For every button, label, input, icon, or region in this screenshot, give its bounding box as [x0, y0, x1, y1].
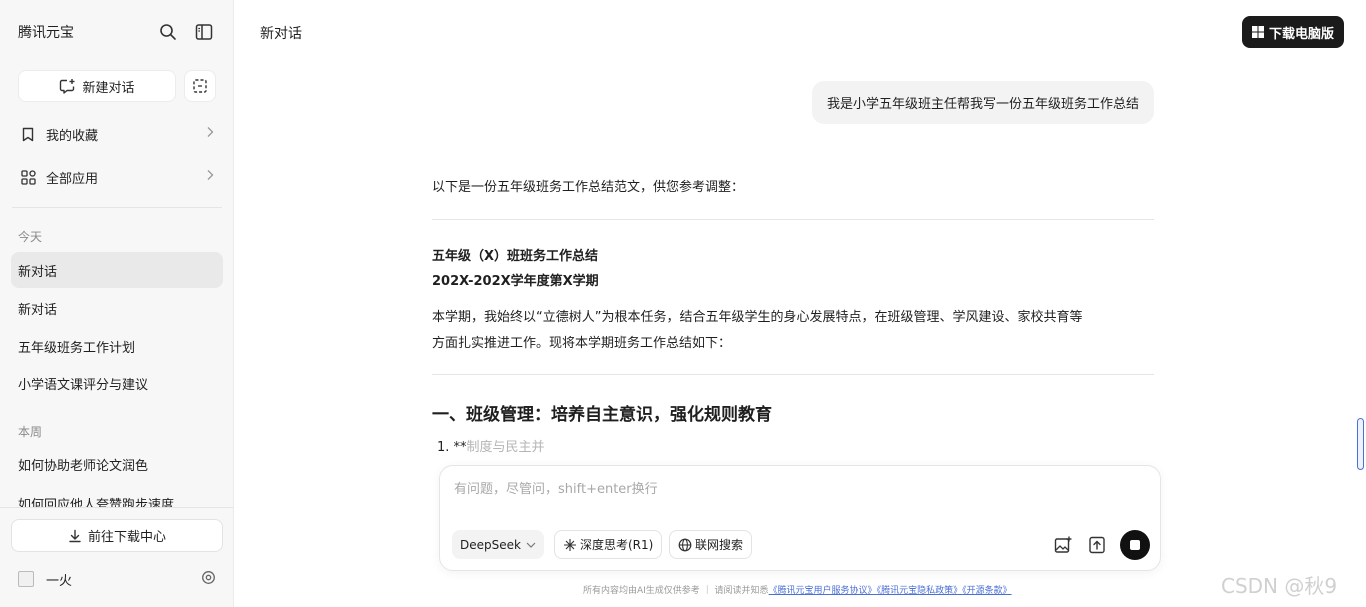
dashed-frame-icon — [193, 79, 207, 93]
bookmark-icon — [20, 126, 36, 142]
footer-link-terms[interactable]: 《腾讯元宝用户服务协议》 — [769, 586, 877, 596]
new-chat-icon — [60, 78, 75, 94]
windows-icon — [1251, 26, 1264, 38]
favorites-item[interactable]: 我的收藏 — [12, 116, 222, 152]
list-item: 1. **制度与民主并 — [437, 436, 1159, 455]
answer-divider — [432, 374, 1154, 375]
history-item[interactable]: 新对话 — [11, 252, 223, 288]
all-apps-label: 全部应用 — [46, 171, 99, 187]
chat-input[interactable] — [454, 478, 1144, 500]
download-pc-label: 下载电脑版 — [1268, 26, 1334, 42]
sidebar: 腾讯元宝 新建对话 我的收藏 全部应用 今天 新对话 新对话 五年级班务工作计划… — [0, 0, 234, 607]
watermark: CSDN @秋9 — [1221, 574, 1338, 598]
new-chat-button[interactable]: 新建对话 — [18, 70, 176, 102]
download-pc-button[interactable]: 下载电脑版 — [1242, 16, 1344, 48]
web-search-toggle[interactable]: 联网搜索 — [669, 530, 753, 559]
brand-name: 腾讯元宝 — [18, 25, 74, 41]
answer-intro: 以下是一份五年级班务工作总结范文，供您参考调整： — [432, 180, 745, 195]
search-icon[interactable] — [156, 20, 180, 44]
doc-paragraph-line: 方面扎实推进工作。现将本学期班务工作总结如下： — [432, 336, 732, 351]
user-row: 一火 — [18, 568, 216, 590]
new-chat-label: 新建对话 — [82, 80, 135, 96]
model-selector[interactable]: DeepSeek — [452, 530, 544, 559]
history-item[interactable]: 新对话 — [11, 290, 223, 326]
section-today: 今天 — [18, 230, 43, 244]
model-label: DeepSeek — [460, 537, 521, 552]
image-upload-icon[interactable] — [1052, 534, 1074, 556]
apps-grid-icon — [20, 169, 36, 185]
doc-title: 五年级（X）班班务工作总结 — [432, 249, 599, 264]
sidebar-header: 腾讯元宝 — [18, 20, 216, 44]
footer-disclaimer: 所有内容均由AI生成仅供参考 ｜ 请阅读并知悉《腾讯元宝用户服务协议》《腾讯元宝… — [583, 583, 1012, 596]
chat-input-box: DeepSeek 深度思考(R1) 联网搜索 — [439, 465, 1161, 571]
list-item-streaming-text: 制度与民主并 — [466, 440, 545, 455]
scrollbar-thumb[interactable] — [1357, 418, 1364, 470]
user-message-bubble: 我是小学五年级班主任帮我写一份五年级班务工作总结 — [811, 81, 1154, 124]
chevron-right-icon — [206, 126, 214, 142]
history-item[interactable]: 小学语文课评分与建议 — [11, 365, 223, 401]
download-icon — [69, 529, 81, 542]
section-week: 本周 — [18, 425, 43, 439]
download-center-button[interactable]: 前往下载中心 — [11, 519, 223, 552]
username: 一火 — [46, 573, 73, 589]
history-item[interactable]: 五年级班务工作计划 — [11, 328, 223, 364]
deep-think-icon — [564, 538, 576, 551]
globe-icon — [678, 538, 692, 551]
favorites-label: 我的收藏 — [46, 128, 99, 144]
footer-link-opensource[interactable]: 《开源条款》 — [962, 586, 1012, 596]
doc-paragraph-line: 本学期，我始终以“立德树人”为根本任务，结合五年级学生的身心发展特点，在班级管理… — [432, 310, 1083, 325]
footer-text: 所有内容均由AI生成仅供参考 ｜ 请阅读并知悉 — [583, 586, 769, 596]
answer-divider — [432, 219, 1154, 220]
stop-generating-button[interactable] — [1120, 530, 1150, 560]
avatar[interactable] — [18, 571, 34, 587]
web-search-label: 联网搜索 — [695, 538, 744, 552]
history-item[interactable]: 如何协助老师论文润色 — [11, 446, 223, 482]
chevron-down-icon — [526, 542, 536, 548]
user-message-text: 我是小学五年级班主任帮我写一份五年级班务工作总结 — [826, 97, 1139, 112]
settings-icon[interactable] — [201, 570, 216, 589]
sidebar-bottom-divider — [0, 507, 233, 508]
doc-subtitle: 202X-202X学年度第X学期 — [432, 274, 599, 289]
stop-icon — [1130, 540, 1140, 550]
sidebar-toggle-icon[interactable] — [192, 20, 216, 44]
list-item-prefix: 1. ** — [437, 440, 467, 455]
section-heading: 一、班级管理：培养自主意识，强化规则教育 — [432, 405, 772, 425]
deep-think-label: 深度思考(R1) — [580, 538, 654, 552]
scrollbar-track[interactable] — [1355, 64, 1363, 474]
sidebar-divider — [12, 207, 222, 208]
chevron-right-icon — [206, 169, 214, 185]
download-center-label: 前往下载中心 — [87, 530, 166, 545]
page-title: 新对话 — [260, 26, 302, 42]
footer-link-privacy[interactable]: 《腾讯元宝隐私政策》 — [877, 586, 963, 596]
history-item[interactable]: 如何回应他人夸赞跑步速度 — [11, 484, 223, 508]
screenshot-button[interactable] — [184, 70, 216, 102]
file-upload-icon[interactable] — [1086, 534, 1108, 556]
all-apps-item[interactable]: 全部应用 — [12, 159, 222, 195]
deep-think-toggle[interactable]: 深度思考(R1) — [554, 530, 663, 559]
